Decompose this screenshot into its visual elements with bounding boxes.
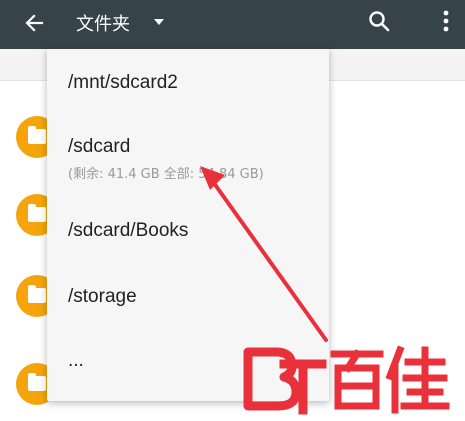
storage-location-menu: /mnt/sdcard2 /sdcard (剩余: 41.4 GB 全部: 54… <box>47 49 329 401</box>
app-bar: 文件夹 <box>0 0 465 49</box>
menu-item-label: /sdcard/Books <box>68 220 189 241</box>
storage-info: (剩余: 41.4 GB 全部: 54.84 GB) <box>68 167 264 182</box>
caret-down-icon[interactable] <box>152 15 166 29</box>
folder-dropdown-title[interactable]: 文件夹 <box>76 10 130 36</box>
menu-item-label: /mnt/sdcard2 <box>68 72 178 93</box>
more-vert-icon[interactable] <box>434 7 458 35</box>
menu-item-label: ... <box>68 350 84 371</box>
menu-item-sdcard-books[interactable]: /sdcard/Books <box>47 195 329 261</box>
menu-item-label: /storage <box>68 286 137 307</box>
menu-item-storage[interactable]: /storage <box>47 261 329 327</box>
menu-item-parent[interactable]: ... <box>47 327 329 401</box>
arrow-back-icon[interactable] <box>20 9 48 37</box>
menu-item-sdcard[interactable]: /sdcard (剩余: 41.4 GB 全部: 54.84 GB) <box>47 115 329 195</box>
menu-item-mnt-sdcard2[interactable]: /mnt/sdcard2 <box>47 49 329 115</box>
menu-item-label: /sdcard <box>68 136 131 157</box>
search-icon[interactable] <box>365 7 393 35</box>
